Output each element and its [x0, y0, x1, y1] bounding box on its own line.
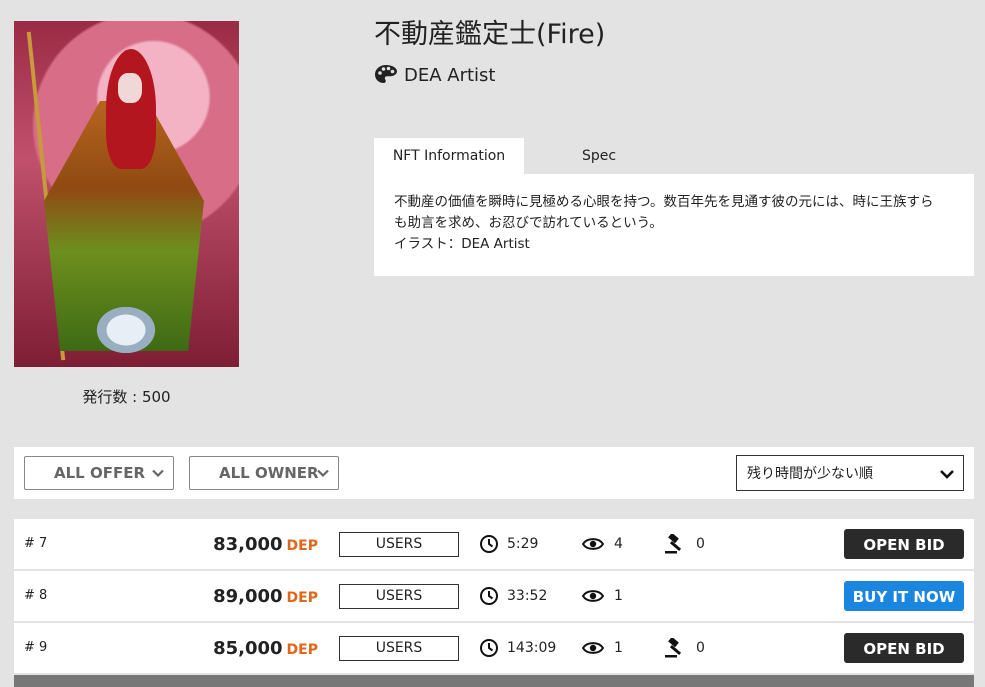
nft-card-image — [14, 21, 239, 367]
seller-badge: USERS — [339, 636, 459, 661]
card-emblem — [92, 303, 160, 357]
seller-badge: USERS — [339, 584, 459, 609]
price-currency: DEP — [286, 590, 318, 606]
listing-price: 89,000 DEP — [213, 571, 318, 624]
price-amount: 83,000 — [213, 534, 283, 555]
seller-badge: USERS — [339, 532, 459, 557]
listing-price: 85,000 DEP — [213, 623, 318, 676]
price-currency: DEP — [286, 642, 318, 658]
artist-link[interactable]: DEA Artist — [374, 64, 495, 86]
listing-price: 83,000 DEP — [213, 519, 318, 572]
listing-row[interactable]: # 8 89,000 DEP USERS 33:52 1 BUY IT NOW — [14, 571, 974, 621]
views-value: 4 — [614, 536, 623, 552]
eye-icon — [582, 590, 604, 602]
card-face-art — [118, 73, 142, 103]
price-amount: 89,000 — [213, 586, 283, 607]
tab-nft-information[interactable]: NFT Information — [374, 138, 524, 174]
eye-icon — [582, 538, 604, 550]
gavel-icon — [665, 534, 682, 554]
clock-icon — [480, 535, 498, 553]
description-line-1: 不動産の価値を瞬時に見極める心眼を持つ。数百年先を見通す彼の元には、時に王族すら — [394, 194, 934, 210]
view-count: 4 — [582, 519, 623, 569]
sort-select[interactable]: 残り時間が少ない順 — [736, 455, 964, 491]
owner-filter-label: ALL OWNER — [219, 464, 319, 482]
offer-filter-label: ALL OFFER — [54, 464, 145, 482]
clock-icon — [480, 587, 498, 605]
tab-spec[interactable]: Spec — [524, 138, 674, 174]
time-value: 143:09 — [507, 640, 557, 656]
bid-count: 0 — [664, 519, 705, 569]
palette-icon — [375, 65, 397, 83]
description-line-2: も助言を求め、お忍びで訪れているという。 — [394, 215, 663, 231]
token-number: # 7 — [24, 536, 48, 551]
chevron-down-icon — [317, 469, 329, 478]
page-title: 不動産鑑定士(Fire) — [374, 19, 606, 50]
time-remaining: 5:29 — [479, 519, 538, 569]
chevron-down-icon — [152, 469, 164, 478]
time-value: 33:52 — [507, 588, 548, 604]
info-tabs: NFT Information Spec — [374, 138, 674, 174]
owner-filter-dropdown[interactable]: ALL OWNER — [189, 456, 339, 490]
card-hair-art — [106, 49, 156, 169]
buy-it-now-button[interactable]: BUY IT NOW — [844, 581, 964, 611]
offer-filter-dropdown[interactable]: ALL OFFER — [24, 456, 174, 490]
eye-icon — [582, 642, 604, 654]
bids-value: 0 — [696, 536, 705, 552]
filter-bar: ALL OFFER ALL OWNER 残り時間が少ない順 — [14, 447, 974, 499]
token-number: # 8 — [24, 588, 48, 603]
view-count: 1 — [582, 623, 623, 673]
nft-description: 不動産の価値を瞬時に見極める心眼を持つ。数百年先を見通す彼の元には、時に王族すら… — [374, 174, 974, 276]
bid-count: 0 — [664, 623, 705, 673]
view-count: 1 — [582, 571, 623, 621]
views-value: 1 — [614, 640, 623, 656]
sort-select-value: 残り時間が少ない順 — [747, 466, 873, 482]
open-bid-button[interactable]: OPEN BID — [844, 529, 964, 559]
price-currency: DEP — [286, 538, 318, 554]
views-value: 1 — [614, 588, 623, 604]
clock-icon — [480, 639, 498, 657]
listing-row[interactable]: # 7 83,000 DEP USERS 5:29 4 0 OPEN BID — [14, 519, 974, 569]
token-number: # 9 — [24, 640, 48, 655]
time-value: 5:29 — [507, 536, 539, 552]
description-credit: イラスト：DEA Artist — [394, 236, 530, 252]
next-row-edge — [14, 675, 974, 687]
gavel-icon — [665, 638, 682, 658]
bids-value: 0 — [696, 640, 705, 656]
price-amount: 85,000 — [213, 638, 283, 659]
artist-name: DEA Artist — [404, 64, 496, 86]
time-remaining: 33:52 — [479, 571, 547, 621]
chevron-down-icon — [940, 470, 954, 479]
open-bid-button[interactable]: OPEN BID — [844, 633, 964, 663]
time-remaining: 143:09 — [479, 623, 556, 673]
issue-count: 発行数 : 500 — [82, 388, 171, 406]
listing-list: # 7 83,000 DEP USERS 5:29 4 0 OPEN BID # … — [14, 519, 974, 675]
listing-row[interactable]: # 9 85,000 DEP USERS 143:09 1 0 OPEN BID — [14, 623, 974, 673]
